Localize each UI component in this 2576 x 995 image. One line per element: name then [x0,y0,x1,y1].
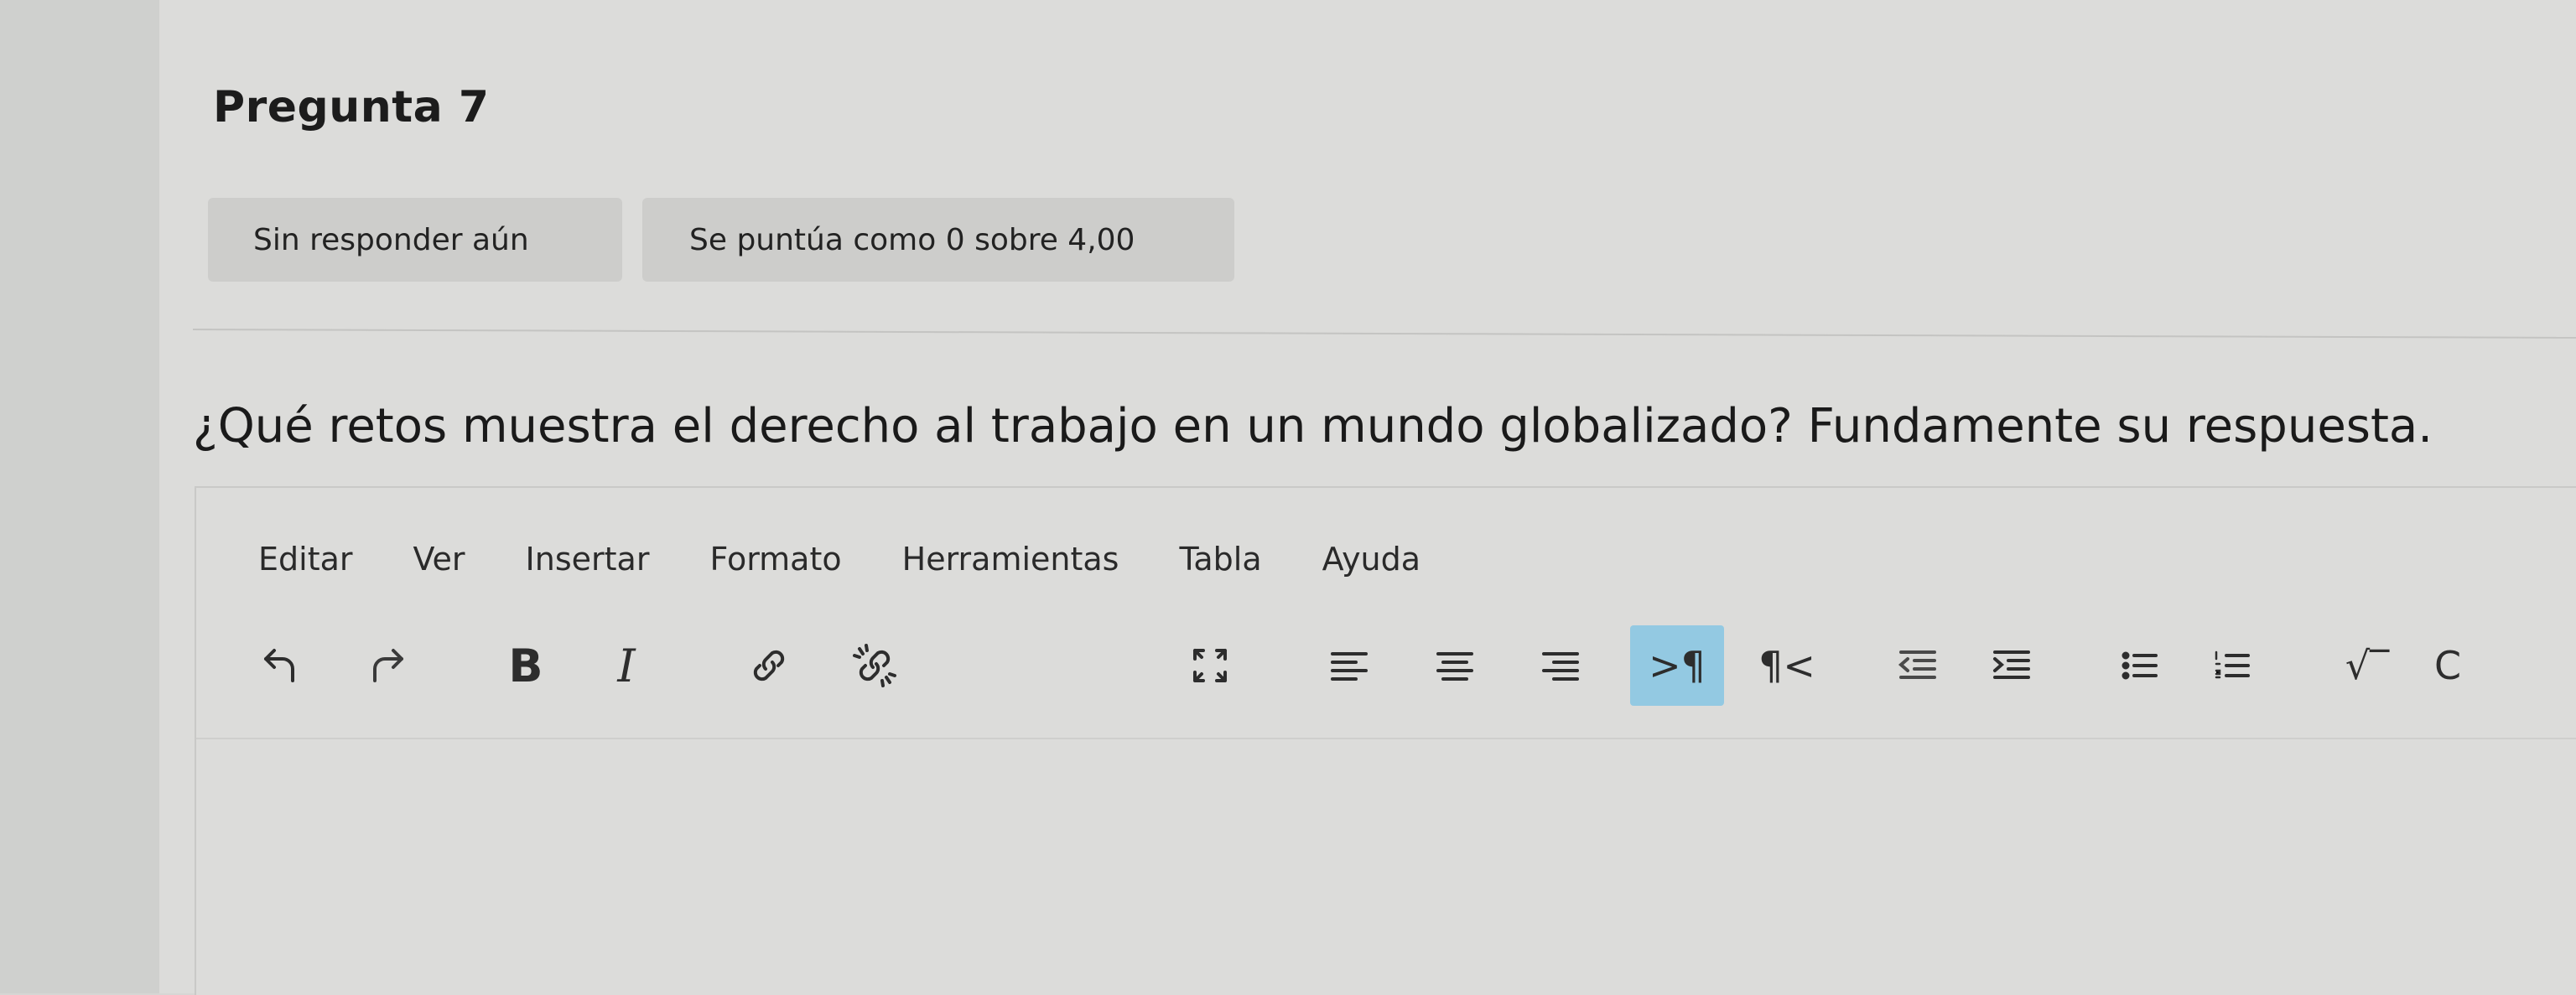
align-left-button[interactable] [1305,625,1394,706]
align-right-button[interactable] [1516,625,1605,706]
menu-insertar[interactable]: Insertar [526,541,650,578]
fullscreen-button[interactable] [1166,625,1254,706]
align-center-icon [1436,652,1473,681]
question-title: Pregunta 7 [213,82,490,132]
editor-content-area[interactable] [196,739,2576,995]
menu-herramientas[interactable]: Herramientas [902,541,1119,578]
equation-button[interactable]: √‾ [2323,625,2412,706]
status-badge: Sin responder aún [208,198,622,282]
menu-ayuda[interactable]: Ayuda [1322,541,1420,578]
ltr-icon: >¶ [1649,643,1706,688]
align-left-icon [1331,652,1368,681]
editor-toolbar: B I >¶ ¶< √‾ C [196,625,2576,714]
rich-text-editor: Editar Ver Insertar Formato Herramientas… [195,486,2576,995]
numbered-list-button[interactable] [2187,625,2276,706]
left-rail [0,0,159,993]
fullscreen-icon [1193,649,1227,682]
chemistry-button[interactable]: C [2403,625,2492,706]
menu-tabla[interactable]: Tabla [1179,541,1261,578]
rtl-button[interactable]: ¶< [1742,625,1831,706]
redo-icon [373,649,403,682]
align-center-button[interactable] [1410,625,1499,706]
italic-icon: I [617,639,636,692]
grade-badge: Se puntúa como 0 sobre 4,00 [642,198,1234,282]
link-icon [753,650,785,681]
menu-formato[interactable]: Formato [709,541,841,578]
indent-icon [1993,650,2030,679]
undo-icon [264,649,294,682]
menu-ver[interactable]: Ver [413,541,465,578]
italic-button[interactable]: I [582,625,671,706]
menu-editar[interactable]: Editar [258,541,353,578]
align-right-icon [1542,652,1579,681]
rtl-icon: ¶< [1758,643,1815,688]
bold-icon: B [508,639,543,692]
redo-button[interactable] [344,625,433,706]
chemistry-icon: C [2433,643,2462,688]
question-text: ¿Qué retos muestra el derecho al trabajo… [193,399,2433,453]
bullet-list-button[interactable] [2095,625,2184,706]
unlink-icon [853,644,896,687]
outdent-button[interactable] [1873,625,1962,706]
bullet-list-icon [2122,651,2158,680]
ltr-button[interactable]: >¶ [1630,625,1724,706]
indent-button[interactable] [1967,625,2056,706]
grade-text: Se puntúa como 0 sobre 4,00 [689,222,1135,257]
numbered-list-icon [2215,650,2250,679]
undo-button[interactable] [235,625,324,706]
editor-menubar: Editar Ver Insertar Formato Herramientas… [196,530,1420,588]
bold-button[interactable]: B [481,625,570,706]
status-text: Sin responder aún [253,222,529,257]
unlink-button[interactable] [830,625,919,706]
outdent-icon [1898,650,1936,679]
link-button[interactable] [724,625,813,706]
equation-icon: √‾ [2345,643,2390,688]
